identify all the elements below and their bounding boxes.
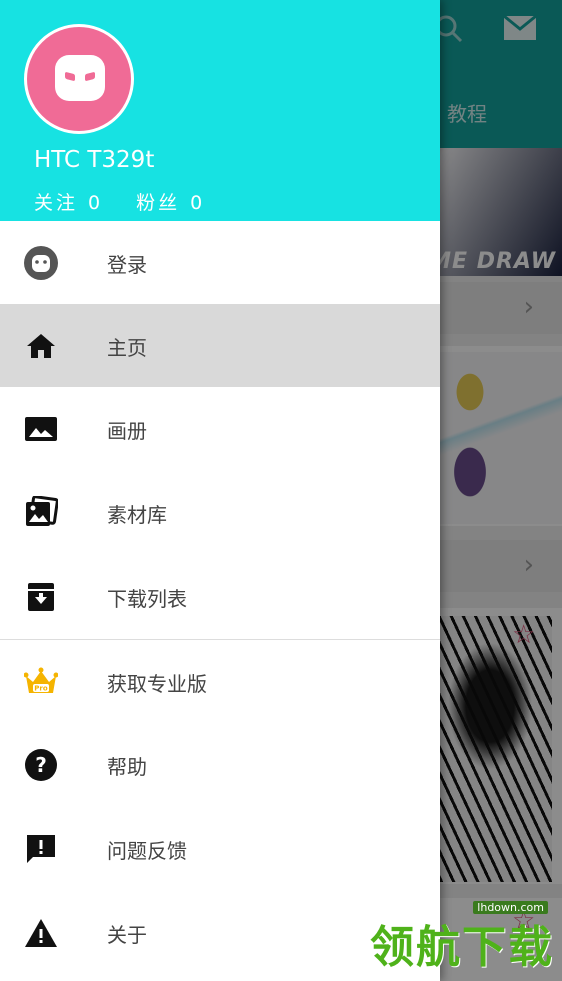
feedback-icon xyxy=(27,835,55,863)
help-icon: ? xyxy=(25,749,57,781)
menu-item-label: 获取专业版 xyxy=(107,672,207,696)
navigation-drawer: HTC T329t 关注 0 粉丝 0 登录 主页 画册 素材库 下载列表 Pr… xyxy=(0,0,440,981)
svg-text:?: ? xyxy=(35,753,47,777)
avatar-face-icon xyxy=(55,55,105,101)
follow-stats: 关注 0 粉丝 0 xyxy=(34,188,215,215)
menu-item-login[interactable]: 登录 xyxy=(0,221,440,304)
photo-library-icon xyxy=(26,496,58,526)
warning-icon xyxy=(25,919,57,947)
menu-item-home[interactable]: 主页 xyxy=(0,304,440,387)
username[interactable]: HTC T329t xyxy=(34,147,154,173)
menu-item-label: 主页 xyxy=(107,336,147,360)
crown-pro-icon: Pro xyxy=(24,667,58,693)
menu-item-help[interactable]: ? 帮助 xyxy=(0,723,440,806)
drawer-header: HTC T329t 关注 0 粉丝 0 xyxy=(0,0,440,221)
followers-count[interactable]: 0 xyxy=(190,192,205,214)
menu-item-label: 下载列表 xyxy=(107,587,187,611)
menu-item-label: 帮助 xyxy=(107,755,147,779)
menu-item-label: 关于 xyxy=(107,923,147,947)
following-label[interactable]: 关注 xyxy=(34,192,78,214)
svg-text:Pro: Pro xyxy=(34,685,48,693)
download-box-icon xyxy=(28,583,54,611)
followers-label[interactable]: 粉丝 xyxy=(136,192,180,214)
home-icon xyxy=(27,334,55,358)
menu-item-get-pro[interactable]: Pro 获取专业版 xyxy=(0,640,440,723)
watermark: lhdown.com 领航下载 xyxy=(370,901,554,975)
image-icon xyxy=(25,417,57,441)
menu-item-label: 登录 xyxy=(107,253,147,277)
menu-item-label: 问题反馈 xyxy=(107,839,187,863)
watermark-site: lhdown.com xyxy=(473,901,548,914)
menu-item-label: 素材库 xyxy=(107,503,167,527)
avatar[interactable] xyxy=(24,24,134,134)
watermark-text: 领航下载 xyxy=(370,922,554,973)
following-count[interactable]: 0 xyxy=(88,192,103,214)
menu-item-feedback[interactable]: 问题反馈 xyxy=(0,807,440,890)
menu-item-label: 画册 xyxy=(107,419,147,443)
menu-item-download-list[interactable]: 下载列表 xyxy=(0,555,440,638)
robot-face-icon xyxy=(24,246,58,280)
menu-item-album[interactable]: 画册 xyxy=(0,387,440,470)
menu-item-material-library[interactable]: 素材库 xyxy=(0,471,440,554)
